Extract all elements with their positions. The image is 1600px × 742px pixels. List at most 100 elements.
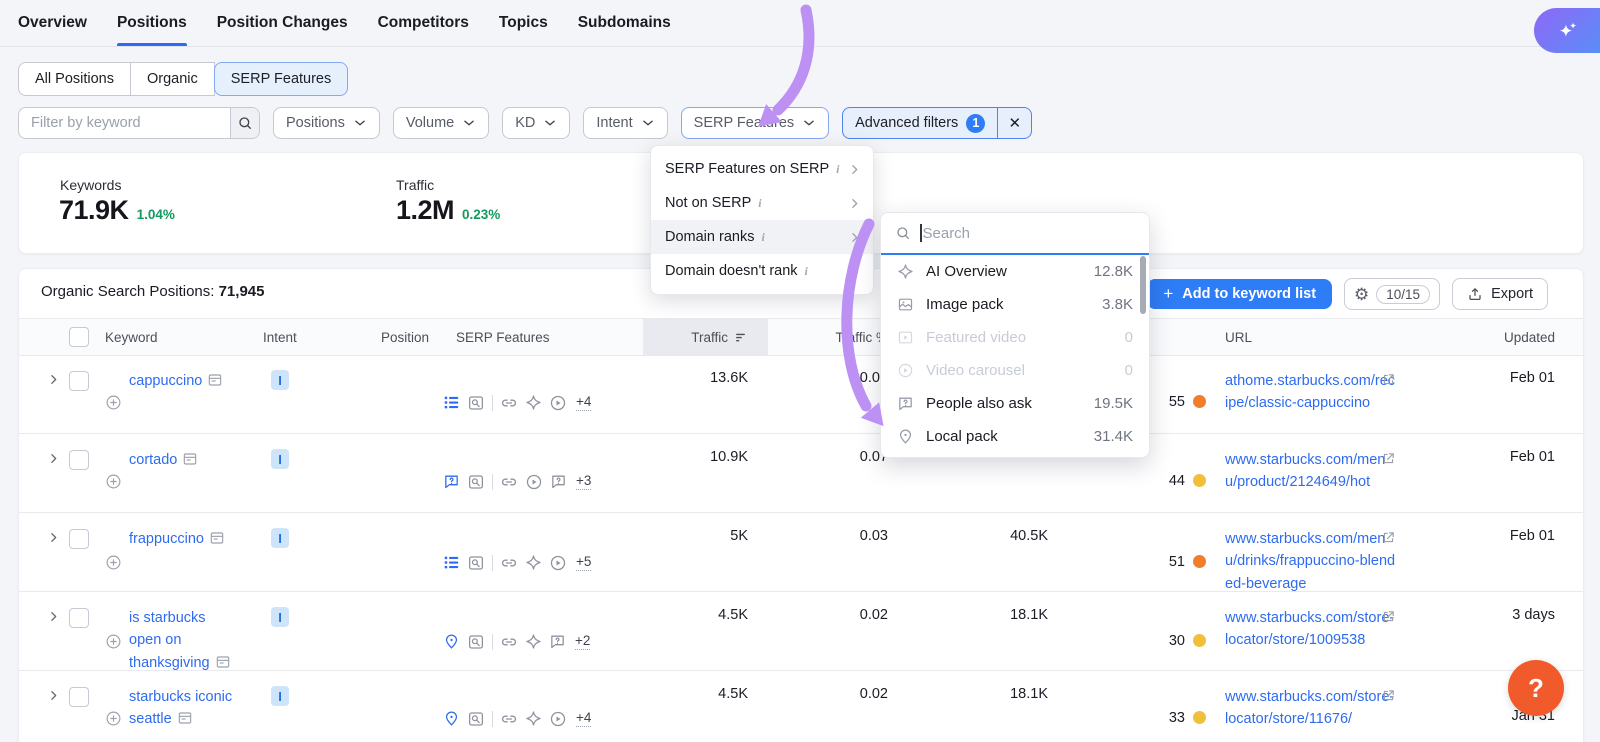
- tab-subdomains[interactable]: Subdomains: [578, 0, 671, 46]
- external-link-icon[interactable]: [1381, 451, 1396, 466]
- serp-preview-icon: [467, 473, 485, 491]
- result-url-link[interactable]: athome.starbucks.com/recipe/classic-capp…: [1225, 370, 1397, 415]
- columns-count-badge: 10/15: [1376, 284, 1431, 304]
- chevron-right-icon: [47, 373, 60, 386]
- serp-menu-item-serp-features-on-serp[interactable]: SERP Features on SERP i: [651, 152, 873, 186]
- row-expand-chevron[interactable]: [19, 592, 69, 674]
- submenu-item-label: People also ask: [926, 395, 1032, 412]
- checkbox[interactable]: [69, 327, 89, 347]
- keyword-link[interactable]: frappuccino: [129, 528, 233, 595]
- more-serp-features[interactable]: +5: [576, 554, 592, 572]
- filter-chip-kd[interactable]: KD: [502, 107, 571, 139]
- submenu-scrollbar[interactable]: [1140, 256, 1146, 314]
- keyword-link[interactable]: starbucks iconic seattle: [129, 686, 233, 742]
- submenu-item-local-pack[interactable]: Local pack 31.4K: [881, 420, 1149, 453]
- add-to-keyword-list-button[interactable]: + Add to keyword list: [1147, 279, 1333, 309]
- add-keyword-icon[interactable]: [105, 451, 122, 512]
- advanced-filters-button[interactable]: Advanced filters 1: [843, 108, 997, 138]
- filter-chip-serp-features[interactable]: SERP Features: [680, 107, 830, 139]
- tab-topics[interactable]: Topics: [499, 0, 548, 46]
- submenu-item-count: 0: [1124, 329, 1133, 346]
- local-pack-icon: [443, 710, 460, 727]
- serp-snapshot-icon[interactable]: [209, 530, 225, 546]
- keyword-link[interactable]: cortado: [129, 449, 233, 512]
- ai-assistant-button[interactable]: [1534, 8, 1600, 53]
- kd-value: 44: [1168, 472, 1185, 489]
- serp-snapshot-icon[interactable]: [215, 654, 231, 670]
- row-expand-chevron[interactable]: [19, 434, 69, 512]
- add-keyword-icon[interactable]: [105, 372, 122, 433]
- manage-columns-button[interactable]: ⚙ 10/15: [1344, 278, 1441, 310]
- add-keyword-icon[interactable]: [105, 688, 122, 742]
- serp-preview-icon: [467, 633, 485, 651]
- row-expand-chevron[interactable]: [19, 513, 69, 595]
- serp-snapshot-icon[interactable]: [177, 710, 193, 726]
- external-link-icon[interactable]: [1381, 688, 1396, 703]
- link-icon: [500, 710, 518, 728]
- checkbox[interactable]: [69, 608, 89, 628]
- result-url-link[interactable]: www.starbucks.com/menu/drinks/frappuccin…: [1225, 528, 1397, 595]
- select-all-checkbox[interactable]: [69, 327, 103, 347]
- volume-cell: 40.5K: [1010, 528, 1048, 544]
- submenu-item-people-also-ask[interactable]: People also ask 19.5K: [881, 387, 1149, 420]
- result-url-link[interactable]: www.starbucks.com/store-locator/store/10…: [1225, 607, 1397, 652]
- tab-positions[interactable]: Positions: [116, 0, 187, 46]
- featured-video-icon: [897, 329, 914, 346]
- intent-badge: I: [271, 370, 289, 390]
- keyword-link[interactable]: is starbucks open on thanksgiving: [129, 607, 233, 674]
- serp-snapshot-icon[interactable]: [207, 372, 223, 388]
- filter-chip-volume[interactable]: Volume: [392, 107, 490, 139]
- filter-chip-positions[interactable]: Positions: [273, 107, 380, 139]
- filter-chip-intent[interactable]: Intent: [583, 107, 668, 139]
- tab-competitors[interactable]: Competitors: [378, 0, 469, 46]
- column-header-updated: Updated: [1503, 329, 1555, 345]
- menu-item-label: Domain doesn't rank: [665, 263, 798, 279]
- result-url-link[interactable]: www.starbucks.com/menu/product/2124649/h…: [1225, 449, 1397, 494]
- help-button[interactable]: ?: [1508, 660, 1564, 716]
- result-url-link[interactable]: www.starbucks.com/store-locator/store/11…: [1225, 686, 1397, 731]
- view-tab-organic[interactable]: Organic: [129, 62, 215, 96]
- tab-position-changes[interactable]: Position Changes: [217, 0, 348, 46]
- column-header-traffic[interactable]: Traffic: [643, 319, 768, 355]
- add-keyword-icon[interactable]: [105, 530, 122, 595]
- clear-advanced-filters-button[interactable]: ✕: [997, 108, 1031, 138]
- chevron-down-icon: [353, 116, 367, 130]
- serp-menu-item-domain-ranks[interactable]: Domain ranks i: [651, 220, 873, 254]
- add-keyword-icon[interactable]: [105, 609, 122, 674]
- submenu-item-image-pack[interactable]: Image pack 3.8K: [881, 288, 1149, 321]
- row-checkbox-cell: [69, 592, 103, 674]
- view-tab-serp-features[interactable]: SERP Features: [213, 62, 349, 96]
- external-link-icon[interactable]: [1381, 609, 1396, 624]
- view-tab-all-positions[interactable]: All Positions: [18, 62, 131, 96]
- submenu-item-ai-overview[interactable]: AI Overview 12.8K: [881, 255, 1149, 288]
- submenu-search-field[interactable]: Search: [881, 213, 1149, 255]
- keyword-link[interactable]: cappuccino: [129, 370, 233, 433]
- tab-overview[interactable]: Overview: [18, 0, 87, 46]
- checkbox[interactable]: [69, 371, 89, 391]
- external-link-icon[interactable]: [1381, 530, 1396, 545]
- serp-menu-item-not-on-serp[interactable]: Not on SERP i: [651, 186, 873, 220]
- text-caret: [920, 224, 922, 242]
- serp-snapshot-icon[interactable]: [182, 451, 198, 467]
- link-icon: [500, 473, 518, 491]
- more-serp-features[interactable]: +4: [576, 394, 592, 411]
- serp-menu-item-domain-doesn-t-rank[interactable]: Domain doesn't rank i: [651, 254, 873, 288]
- checkbox[interactable]: [69, 450, 89, 470]
- export-button[interactable]: Export: [1452, 278, 1548, 310]
- keyword-cell: is starbucks open on thanksgiving: [103, 592, 263, 674]
- more-serp-features[interactable]: +2: [575, 633, 591, 651]
- row-expand-chevron[interactable]: [19, 671, 69, 742]
- more-serp-features[interactable]: +3: [576, 473, 592, 490]
- checkbox[interactable]: [69, 687, 89, 707]
- checkbox[interactable]: [69, 529, 89, 549]
- sitelinks-icon: [443, 394, 460, 411]
- more-serp-features[interactable]: +4: [576, 710, 592, 727]
- keyword-search-button[interactable]: [230, 108, 259, 138]
- external-link-icon[interactable]: [1381, 372, 1396, 387]
- kd-cell: 33: [1068, 671, 1218, 742]
- row-expand-chevron[interactable]: [19, 355, 69, 433]
- add-to-keyword-list-label: Add to keyword list: [1182, 286, 1317, 302]
- ai-overview-icon: [525, 394, 542, 411]
- submenu-item-count: 12.8K: [1093, 263, 1133, 280]
- keyword-filter-input[interactable]: [19, 108, 230, 138]
